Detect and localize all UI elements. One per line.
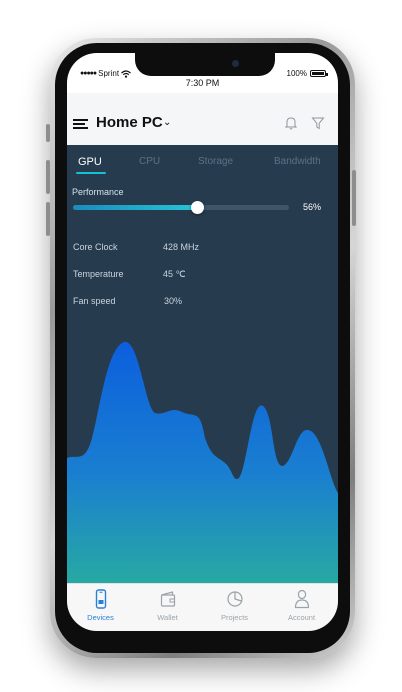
- tabbar-devices[interactable]: Devices: [67, 584, 134, 631]
- stat-label-core-clock: Core Clock: [73, 242, 118, 252]
- slider-fill: [73, 205, 197, 210]
- status-bar: ●●●●● Sprint 7:30 PM 100%: [67, 53, 338, 93]
- tabbar-account[interactable]: Account: [268, 584, 335, 631]
- pie-chart-icon: [227, 591, 243, 607]
- active-tab-indicator: [76, 172, 106, 174]
- battery-group: 100%: [286, 69, 328, 78]
- signal-icon: ●●●●●: [80, 70, 97, 77]
- filter-icon[interactable]: [311, 116, 325, 130]
- tab-bandwidth[interactable]: Bandwidth: [274, 156, 321, 167]
- tab-cpu[interactable]: CPU: [139, 156, 160, 167]
- phone-icon: [95, 589, 107, 609]
- wallet-icon: [160, 591, 176, 607]
- tabbar-devices-label: Devices: [87, 613, 114, 622]
- carrier-group: ●●●●● Sprint: [80, 69, 131, 78]
- bell-icon[interactable]: [284, 116, 298, 130]
- wifi-icon: [121, 69, 131, 78]
- gpu-usage-area-chart: [67, 341, 338, 583]
- performance-slider[interactable]: [73, 201, 289, 214]
- stat-value-temperature: 45 ℃: [163, 269, 186, 279]
- stat-value-fan-speed: 30%: [164, 296, 183, 306]
- chevron-down-icon[interactable]: ⌄: [163, 117, 171, 128]
- carrier-name: Sprint: [98, 69, 120, 78]
- device-title[interactable]: Home PC: [96, 114, 163, 131]
- stat-label-temperature: Temperature: [73, 269, 124, 279]
- tabbar-projects-label: Projects: [220, 613, 249, 622]
- volume-up-button: [46, 160, 50, 194]
- mockup-stage: ●●●●● Sprint 7:30 PM 100% Home PC ⌄ GPU …: [0, 0, 402, 692]
- volume-down-button: [46, 202, 50, 236]
- battery-icon: [310, 70, 328, 77]
- battery-percent: 100%: [286, 69, 307, 78]
- metric-tabs: GPU CPU Storage Bandwidth: [67, 156, 338, 176]
- hamburger-menu-icon[interactable]: [73, 119, 88, 129]
- usage-area: [67, 341, 338, 583]
- camera-icon: [232, 60, 239, 67]
- tab-storage[interactable]: Storage: [198, 156, 233, 167]
- power-button: [352, 170, 356, 226]
- stat-label-fan-speed: Fan speed: [73, 296, 116, 306]
- tabbar-projects[interactable]: Projects: [201, 584, 268, 631]
- notch: [135, 53, 275, 76]
- stat-value-core-clock: 428 MHz: [163, 242, 200, 252]
- bottom-tab-bar: Devices Wallet Projects Account: [67, 583, 338, 631]
- tabbar-wallet[interactable]: Wallet: [134, 584, 201, 631]
- tabbar-wallet-label: Wallet: [157, 613, 178, 622]
- tabbar-account-label: Account: [287, 613, 316, 622]
- person-icon: [294, 589, 310, 609]
- status-time: 7:30 PM: [185, 78, 220, 88]
- performance-label: Performance: [72, 187, 124, 197]
- app-header: Home PC ⌄: [67, 93, 338, 145]
- mute-switch: [46, 124, 50, 142]
- app-screen: ●●●●● Sprint 7:30 PM 100% Home PC ⌄ GPU …: [67, 53, 338, 631]
- slider-knob[interactable]: [191, 201, 204, 214]
- performance-value: 56%: [303, 202, 322, 212]
- tab-gpu[interactable]: GPU: [78, 156, 102, 168]
